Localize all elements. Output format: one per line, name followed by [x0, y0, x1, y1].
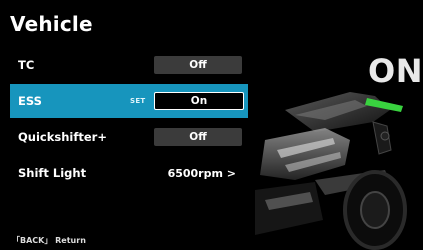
- ess-value: On: [154, 92, 244, 110]
- back-return-hint: 「BACK」 Return: [12, 236, 86, 245]
- menu-item-shift-light[interactable]: Shift Light 6500rpm >: [10, 156, 248, 190]
- menu-item-label: Shift Light: [18, 166, 87, 180]
- shift-light-value: 6500rpm >: [167, 166, 236, 180]
- menu-item-label: ESS: [18, 94, 42, 108]
- page-title: Vehicle: [10, 12, 93, 36]
- menu-item-quickshifter[interactable]: Quickshifter+ Off: [10, 120, 248, 154]
- menu-item-label: TC: [18, 58, 35, 72]
- motorcycle-rear-light-icon: [255, 92, 407, 250]
- menu-item-tc[interactable]: TC Off: [10, 48, 248, 82]
- menu-item-ess[interactable]: ESS SET On: [10, 84, 248, 118]
- tc-value: Off: [154, 56, 242, 74]
- quickshifter-value: Off: [154, 128, 242, 146]
- menu-item-label: Quickshifter+: [18, 130, 107, 144]
- set-tag: SET: [130, 97, 146, 105]
